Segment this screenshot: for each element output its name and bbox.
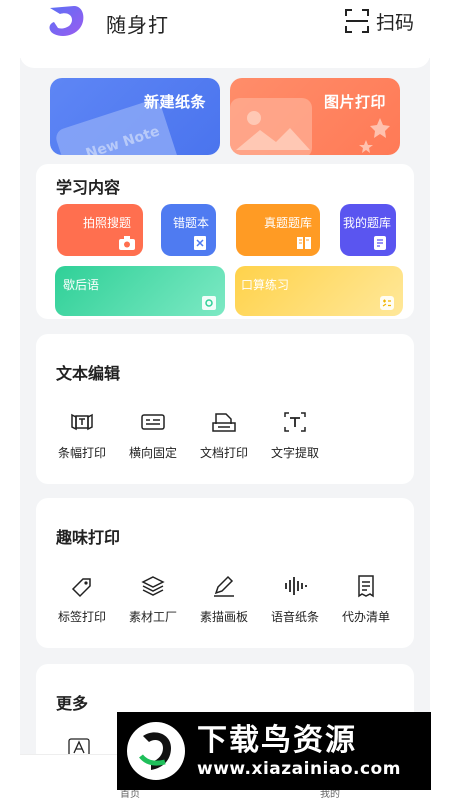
camera-icon	[119, 236, 135, 250]
voice-wave-icon	[285, 577, 307, 595]
learning-section: 学习内容 拍照搜题 错题本 真题题库 我的题库 歇后语 口算练习	[36, 164, 414, 319]
text-extract-button[interactable]: 文字提取	[265, 410, 325, 461]
tile-wrong-questions[interactable]: 错题本	[161, 204, 216, 256]
calculator-icon	[380, 296, 394, 310]
text-extract-icon	[284, 412, 306, 432]
pencil-icon	[214, 575, 234, 597]
photo-print-label: 图片打印	[323, 93, 386, 111]
tile-photo-search[interactable]: 拍照搜题	[57, 204, 143, 256]
fun-print-section: 趣味打印 标签打印 素材工厂 素描画板 语音纸条 代办清单	[36, 498, 414, 648]
app-logo-icon	[49, 6, 84, 36]
scan-button[interactable]: 扫码	[344, 6, 414, 36]
voice-note-button[interactable]: 语音纸条	[265, 574, 325, 625]
header-card-edge	[20, 48, 430, 68]
watermark-url: www.xiazainiao.com	[197, 759, 401, 779]
fun-print-title: 趣味打印	[56, 528, 121, 547]
label-tag-icon	[71, 578, 91, 598]
material-factory-label: 素材工厂	[128, 610, 177, 624]
scan-label: 扫码	[376, 11, 415, 34]
document-icon	[374, 236, 386, 250]
watermark-banner: 下载鸟资源 www.xiazainiao.com	[117, 712, 431, 790]
book-icon	[297, 237, 311, 249]
tile-label: 口算练习	[241, 278, 290, 292]
todo-list-button[interactable]: 代办清单	[336, 574, 396, 625]
photo-print-card[interactable]: 图片打印	[230, 78, 400, 155]
app-title: 随身打	[106, 13, 169, 37]
text-edit-title: 文本编辑	[56, 364, 121, 383]
tile-label: 歇后语	[63, 278, 100, 292]
document-print-button[interactable]: 文档打印	[194, 410, 254, 461]
todo-list-label: 代办清单	[341, 610, 390, 624]
sketch-board-button[interactable]: 素描画板	[194, 574, 254, 625]
banner-print-label: 条幅打印	[57, 446, 106, 460]
label-print-label: 标签打印	[57, 610, 106, 624]
tile-label: 错题本	[173, 216, 210, 230]
tile-real-exam-bank[interactable]: 真题题库	[236, 204, 320, 256]
text-edit-section: 文本编辑 条幅打印 横向固定 文档打印 文字提取	[36, 334, 414, 484]
banner-print-button[interactable]: 条幅打印	[52, 410, 112, 461]
document-print-icon	[212, 413, 236, 432]
scan-icon	[345, 9, 369, 33]
tile-mental-math[interactable]: 口算练习	[235, 266, 403, 316]
tile-xiehouyu[interactable]: 歇后语	[55, 266, 225, 316]
bird-logo-icon	[127, 722, 185, 780]
notebook-x-icon	[194, 236, 206, 250]
layers-icon	[141, 576, 165, 596]
horizontal-text-icon	[141, 414, 165, 430]
tile-label: 拍照搜题	[83, 216, 132, 230]
document-print-label: 文档打印	[199, 446, 248, 460]
horizontal-fix-label: 横向固定	[128, 446, 177, 460]
new-note-label: 新建纸条	[143, 93, 206, 111]
voice-note-label: 语音纸条	[270, 610, 319, 624]
tile-label: 真题题库	[264, 216, 313, 230]
tile-label: 我的题库	[343, 216, 392, 230]
label-print-button[interactable]: 标签打印	[52, 574, 112, 625]
more-title: 更多	[56, 694, 89, 713]
tag-icon	[202, 296, 216, 310]
text-extract-label: 文字提取	[270, 446, 319, 460]
material-factory-button[interactable]: 素材工厂	[123, 574, 183, 625]
watermark-name: 下载鸟资源	[197, 723, 357, 758]
new-note-card[interactable]: New Note 新建纸条	[50, 78, 220, 155]
horizontal-fix-button[interactable]: 横向固定	[123, 410, 183, 461]
sketch-board-label: 素描画板	[199, 610, 248, 624]
banner-icon	[71, 413, 93, 431]
photo-card-illustration	[230, 98, 390, 155]
checklist-icon	[358, 575, 374, 598]
note-card-illustration: New Note	[56, 100, 178, 155]
learning-title: 学习内容	[56, 178, 121, 197]
tile-my-question-bank[interactable]: 我的题库	[340, 204, 396, 256]
